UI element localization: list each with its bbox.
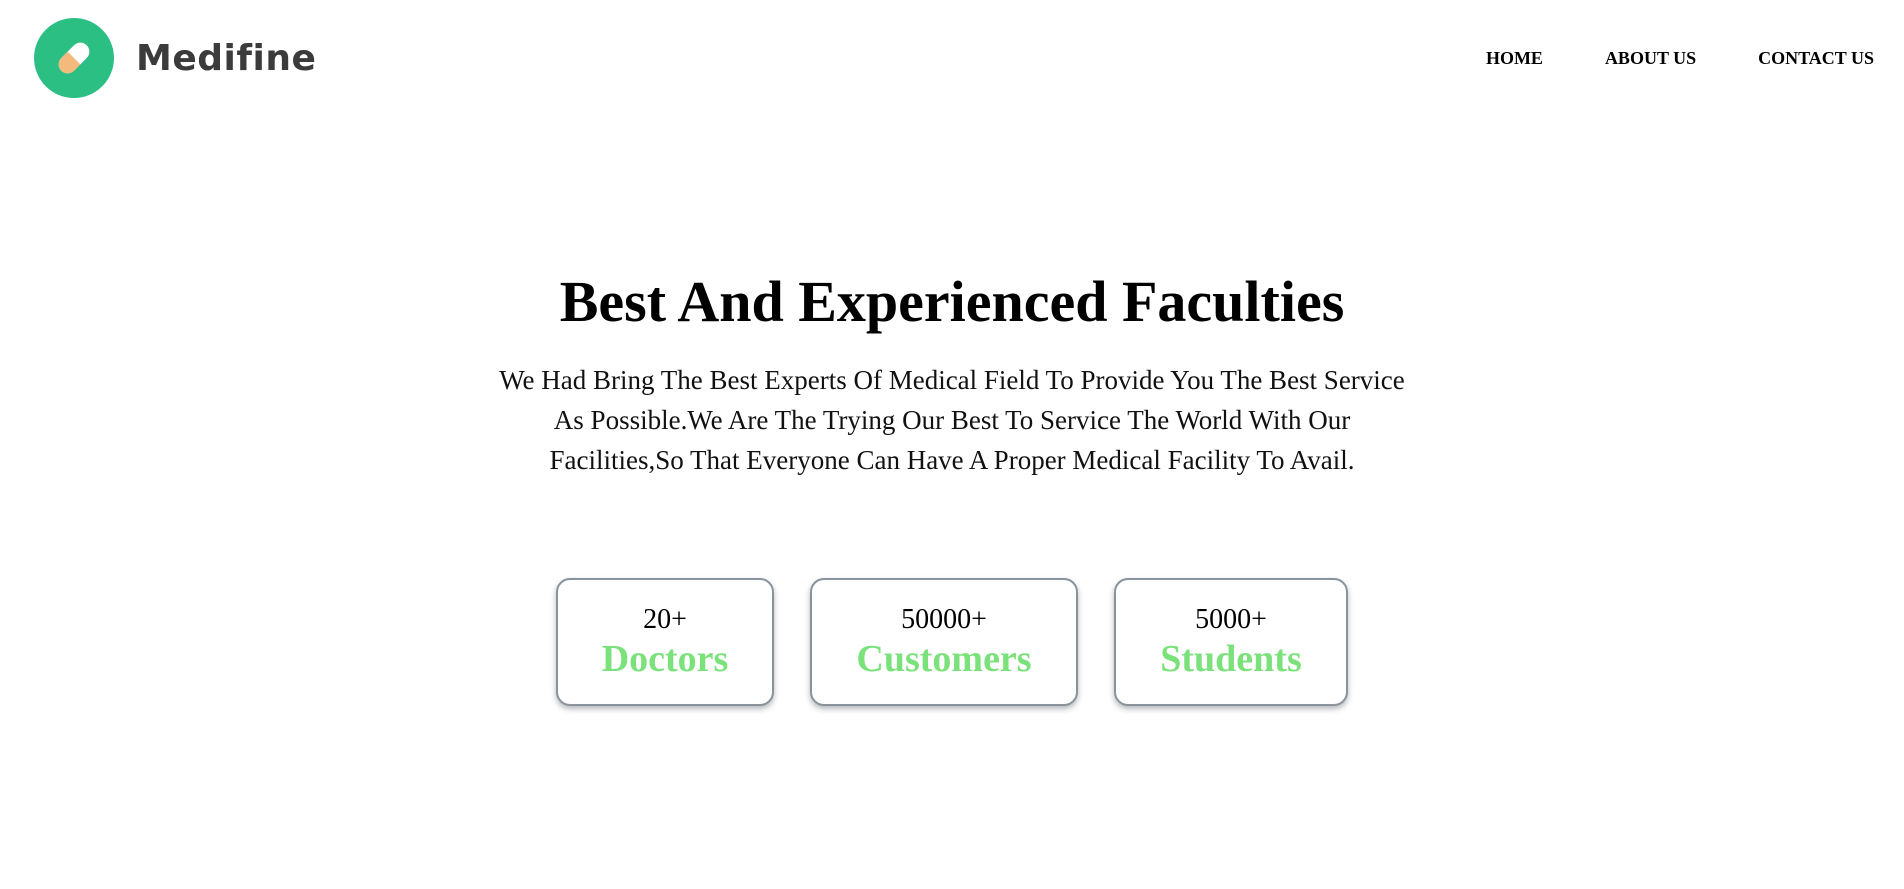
brand-name: Medifine <box>136 37 317 79</box>
stats-section: 20+ Doctors 50000+ Customers 5000+ Stude… <box>0 578 1904 706</box>
stat-card-customers: 50000+ Customers <box>810 578 1078 706</box>
main-nav: HOME ABOUT US CONTACT US <box>1424 48 1874 69</box>
stat-label: Customers <box>856 638 1032 680</box>
stat-label: Doctors <box>601 638 729 680</box>
nav-contact-link[interactable]: CONTACT US <box>1758 48 1874 69</box>
nav-home-link[interactable]: HOME <box>1486 48 1543 69</box>
stat-label: Students <box>1160 638 1302 680</box>
nav-about-link[interactable]: ABOUT US <box>1605 48 1696 69</box>
stat-value: 50000+ <box>901 604 987 635</box>
stat-value: 5000+ <box>1195 604 1267 635</box>
stat-card-students: 5000+ Students <box>1114 578 1348 706</box>
brand-logo[interactable]: Medifine <box>34 18 316 98</box>
stat-value: 20+ <box>643 604 687 635</box>
stat-card-doctors: 20+ Doctors <box>556 578 774 706</box>
site-header: Medifine HOME ABOUT US CONTACT US <box>0 0 1904 120</box>
pill-icon <box>34 18 114 98</box>
hero-description: We Had Bring The Best Experts Of Medical… <box>499 365 1405 475</box>
hero-section: Best And Experienced Faculties We Had Br… <box>0 262 1904 480</box>
hero-title: Best And Experienced Faculties <box>559 269 1345 334</box>
